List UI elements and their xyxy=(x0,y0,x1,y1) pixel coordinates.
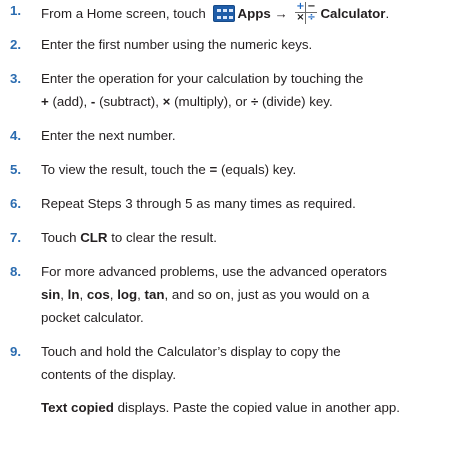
clr-key-label: CLR xyxy=(80,230,108,245)
step-text-start: To view the result, touch the xyxy=(41,162,206,177)
apps-label: Apps xyxy=(237,6,271,21)
subtract-text: (subtract), xyxy=(99,94,159,109)
calculator-instructions: 1. From a Home screen, touch Apps → + − … xyxy=(0,0,476,475)
minus-key-symbol: - xyxy=(90,94,96,109)
equals-key-symbol: = xyxy=(209,162,218,177)
sin-operator: sin xyxy=(41,287,61,302)
minus-glyph: − xyxy=(307,1,316,12)
arrow-glyph: → xyxy=(274,6,288,21)
step-number: 1. xyxy=(10,3,22,18)
add-text: (add), xyxy=(52,94,88,109)
ln-operator: ln xyxy=(67,287,80,302)
divide-text: (divide) key. xyxy=(261,94,333,109)
step-number: 7. xyxy=(10,230,22,245)
step-text-line-1: For more advanced problems, use the adva… xyxy=(41,264,387,279)
step-number: 6. xyxy=(10,196,22,211)
step-text-line-3: pocket calculator. xyxy=(41,310,144,325)
step-note-rest: displays. Paste the copied value in anot… xyxy=(117,400,400,415)
calculator-label: Calculator xyxy=(320,6,386,21)
step-text: Repeat Steps 3 through 5 as many times a… xyxy=(41,196,356,211)
plus-key-symbol: + xyxy=(41,94,49,109)
step-text: From a Home screen, touch Apps → + − × ÷… xyxy=(41,2,389,24)
step-text-line-1: Touch and hold the Calculator’s display … xyxy=(41,344,341,359)
apps-grid-icon xyxy=(212,5,235,22)
step-text: Touch CLR to clear the result. xyxy=(41,229,217,247)
comma: , xyxy=(164,287,169,302)
step-text-line-1: Enter the operation for your calculation… xyxy=(41,71,364,86)
step-number: 2. xyxy=(10,37,22,52)
step-text: Enter the first number using the numeric… xyxy=(41,37,313,52)
step-note: Text copied displays. Paste the copied v… xyxy=(41,399,400,417)
divide-glyph: ÷ xyxy=(307,12,316,23)
comma: , xyxy=(109,287,114,302)
step-text-start: From a Home screen, touch xyxy=(41,6,206,21)
plus-glyph: + xyxy=(296,1,305,12)
step-text: Enter the next number. xyxy=(41,128,176,143)
calculator-icon: + − × ÷ xyxy=(295,1,318,24)
step-text-end: to clear the result. xyxy=(111,230,217,245)
step-text-line-2: contents of the display. xyxy=(41,367,177,382)
cos-operator: cos xyxy=(86,287,110,302)
step-text-start: Touch xyxy=(41,230,77,245)
step-number: 4. xyxy=(10,128,22,143)
text-copied-label: Text copied xyxy=(41,400,114,415)
period: . xyxy=(385,6,390,21)
comma: , xyxy=(137,287,141,302)
comma: , xyxy=(60,287,64,302)
log-operator: log xyxy=(117,287,138,302)
step-number: 9. xyxy=(10,344,22,359)
step-number: 5. xyxy=(10,162,22,177)
step-text-end: and so on, just as you would on a xyxy=(171,287,370,302)
times-glyph: × xyxy=(296,12,305,23)
tan-operator: tan xyxy=(144,287,165,302)
step-text: To view the result, touch the = (equals)… xyxy=(41,161,296,179)
step-text-line-2: sin, ln, cos, log, tan, and so on, just … xyxy=(41,286,369,304)
step-text-end: (equals) key. xyxy=(221,162,297,177)
divide-key-symbol: ÷ xyxy=(250,94,259,109)
comma: , xyxy=(79,287,84,302)
step-number: 8. xyxy=(10,264,22,279)
multiply-text: (multiply), or xyxy=(174,94,248,109)
step-number: 3. xyxy=(10,71,22,86)
step-text-line-2: + (add), - (subtract), × (multiply), or … xyxy=(41,93,333,111)
multiply-key-symbol: × xyxy=(162,94,171,109)
